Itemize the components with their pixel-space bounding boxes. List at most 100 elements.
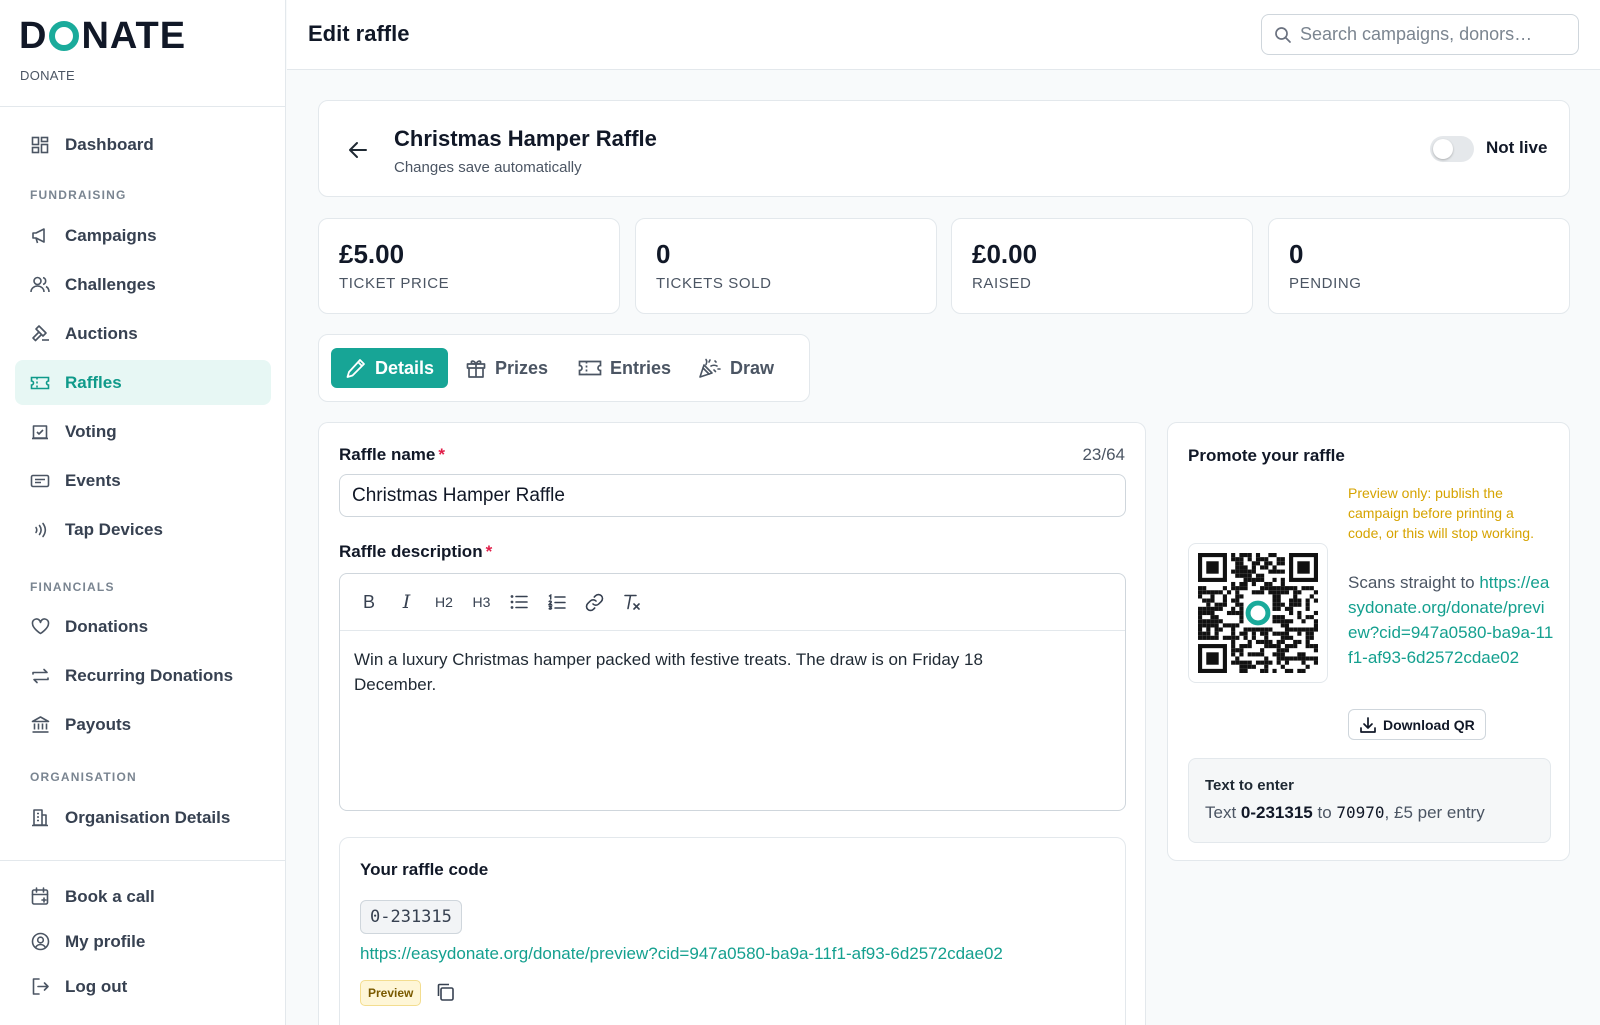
sidebar-item-label: Auctions bbox=[65, 323, 138, 343]
sidebar: D NATE DONATE Dashboard FUNDRAISING Camp… bbox=[0, 0, 286, 1025]
tab-draw[interactable]: Draw bbox=[684, 348, 788, 388]
search-box[interactable] bbox=[1261, 14, 1579, 55]
sidebar-item-label: Tap Devices bbox=[65, 519, 163, 539]
page-title: Edit raffle bbox=[308, 21, 410, 46]
tab-label: Entries bbox=[610, 357, 672, 378]
sidebar-item-label: Recurring Donations bbox=[65, 665, 234, 685]
text-to-enter-box: Text to enter Text 0-231315 to 70970, £5… bbox=[1188, 758, 1551, 843]
sidebar-item-payouts[interactable]: Payouts bbox=[15, 702, 271, 747]
italic-button[interactable]: I bbox=[392, 587, 422, 617]
bold-button[interactable]: B bbox=[354, 587, 384, 617]
details-form-card: Raffle name* 23/64 Raffle description* B… bbox=[318, 422, 1146, 1025]
sms-prefix: Text bbox=[1205, 803, 1241, 822]
toggle-knob bbox=[1433, 139, 1453, 159]
sidebar-item-events[interactable]: Events bbox=[15, 458, 271, 503]
top-bar: Edit raffle bbox=[287, 0, 1600, 70]
stat-ticket-price: £5.00 TICKET PRICE bbox=[318, 218, 620, 314]
sidebar-item-campaigns[interactable]: Campaigns bbox=[15, 213, 271, 258]
sidebar-item-challenges[interactable]: Challenges bbox=[15, 262, 271, 307]
bullet-list-icon bbox=[510, 594, 528, 610]
gift-icon bbox=[465, 357, 487, 379]
link-button[interactable] bbox=[579, 587, 609, 617]
ballot-box-icon bbox=[30, 422, 50, 442]
tab-prizes[interactable]: Prizes bbox=[451, 348, 562, 388]
dashboard-icon bbox=[30, 135, 50, 155]
tab-entries[interactable]: Entries bbox=[564, 348, 685, 388]
copy-icon bbox=[435, 982, 457, 1002]
tab-label: Draw bbox=[730, 357, 775, 378]
promote-card: Promote your raffle Preview only: publis… bbox=[1167, 422, 1570, 861]
live-status-label: Not live bbox=[1486, 138, 1548, 157]
search-icon bbox=[1274, 26, 1292, 44]
sms-number: 70970 bbox=[1336, 803, 1385, 822]
sidebar-item-raffles[interactable]: Raffles bbox=[15, 360, 271, 405]
stat-label: RAISED bbox=[972, 275, 1032, 292]
arrow-left-icon bbox=[348, 141, 368, 159]
scan-destination: Scans straight to https://easydonate.org… bbox=[1348, 570, 1554, 670]
raffle-name-label: Raffle name * bbox=[339, 445, 445, 465]
download-qr-button[interactable]: Download QR bbox=[1348, 709, 1486, 740]
bullet-list-button[interactable] bbox=[504, 587, 534, 617]
autosave-note: Changes save automatically bbox=[394, 159, 582, 176]
raffle-code-title: Your raffle code bbox=[360, 860, 489, 879]
tab-details[interactable]: Details bbox=[331, 348, 449, 388]
sidebar-item-log-out[interactable]: Log out bbox=[15, 964, 271, 1009]
stat-tickets-sold: 0 TICKETS SOLD bbox=[635, 218, 937, 314]
sidebar-item-label: Donations bbox=[65, 616, 149, 636]
sms-middle: to bbox=[1312, 803, 1337, 822]
raffle-preview-link[interactable]: https://easydonate.org/donate/preview?ci… bbox=[360, 944, 1003, 964]
sidebar-item-recurring-donations[interactable]: Recurring Donations bbox=[15, 653, 271, 698]
sidebar-item-label: Book a call bbox=[65, 886, 155, 906]
stat-label: TICKETS SOLD bbox=[656, 275, 772, 292]
sidebar-item-auctions[interactable]: Auctions bbox=[15, 311, 271, 356]
heading-2-button[interactable]: H2 bbox=[429, 587, 459, 617]
sidebar-item-tap-devices[interactable]: Tap Devices bbox=[15, 507, 271, 552]
sidebar-item-label: My profile bbox=[65, 931, 146, 951]
sidebar-item-dashboard[interactable]: Dashboard bbox=[15, 122, 271, 167]
raffle-name-input[interactable] bbox=[339, 474, 1126, 517]
sidebar-item-book-call[interactable]: Book a call bbox=[15, 874, 271, 919]
required-marker: * bbox=[438, 445, 445, 464]
qr-code bbox=[1188, 543, 1328, 683]
raffle-code-card: Your raffle code 0-231315 https://easydo… bbox=[339, 837, 1126, 1025]
sidebar-item-voting[interactable]: Voting bbox=[15, 409, 271, 454]
preview-warning: Preview only: publish the campaign befor… bbox=[1348, 485, 1534, 541]
qr-code-image bbox=[1198, 553, 1318, 673]
sidebar-item-label: Voting bbox=[65, 421, 117, 441]
description-text[interactable]: Win a luxury Christmas hamper packed wit… bbox=[340, 631, 1040, 713]
org-name: DONATE bbox=[20, 68, 76, 83]
numbered-list-button[interactable] bbox=[542, 587, 572, 617]
calendar-icon bbox=[30, 887, 50, 907]
sidebar-item-organisation-details[interactable]: Organisation Details bbox=[15, 795, 271, 840]
raffle-description-label: Raffle description * bbox=[339, 542, 492, 562]
bank-icon bbox=[30, 715, 50, 735]
building-icon bbox=[30, 808, 50, 828]
sidebar-item-label: Organisation Details bbox=[65, 807, 231, 827]
sidebar-item-my-profile[interactable]: My profile bbox=[15, 919, 271, 964]
raffle-header-card: Christmas Hamper Raffle Changes save aut… bbox=[318, 100, 1570, 197]
raffle-title: Christmas Hamper Raffle bbox=[394, 126, 657, 151]
logo[interactable]: D NATE bbox=[19, 14, 285, 58]
logout-icon bbox=[30, 977, 50, 997]
heading-3-button[interactable]: H3 bbox=[467, 587, 497, 617]
label-text: Raffle description bbox=[339, 542, 483, 561]
text-to-enter-title: Text to enter bbox=[1205, 777, 1294, 794]
editor-toolbar: B I H2 H3 bbox=[340, 574, 1125, 631]
sidebar-item-donations[interactable]: Donations bbox=[15, 604, 271, 649]
stat-value: 0 bbox=[656, 239, 671, 269]
text-to-enter-instructions: Text 0-231315 to 70970, £5 per entry bbox=[1205, 803, 1485, 823]
sidebar-item-label: Log out bbox=[65, 976, 128, 996]
live-toggle[interactable] bbox=[1430, 136, 1474, 162]
stat-value: £5.00 bbox=[339, 239, 405, 269]
search-input[interactable] bbox=[1300, 24, 1570, 45]
gavel-icon bbox=[30, 324, 50, 344]
back-button[interactable] bbox=[343, 135, 373, 165]
copy-link-button[interactable] bbox=[435, 982, 457, 1004]
numbered-list-icon bbox=[547, 593, 566, 611]
users-icon bbox=[30, 275, 50, 295]
sidebar-item-label: Challenges bbox=[65, 274, 156, 294]
sidebar-item-label: Events bbox=[65, 470, 121, 490]
clear-format-button[interactable] bbox=[617, 587, 647, 617]
stat-label: PENDING bbox=[1289, 275, 1362, 292]
raffle-code-value: 0-231315 bbox=[360, 900, 462, 934]
